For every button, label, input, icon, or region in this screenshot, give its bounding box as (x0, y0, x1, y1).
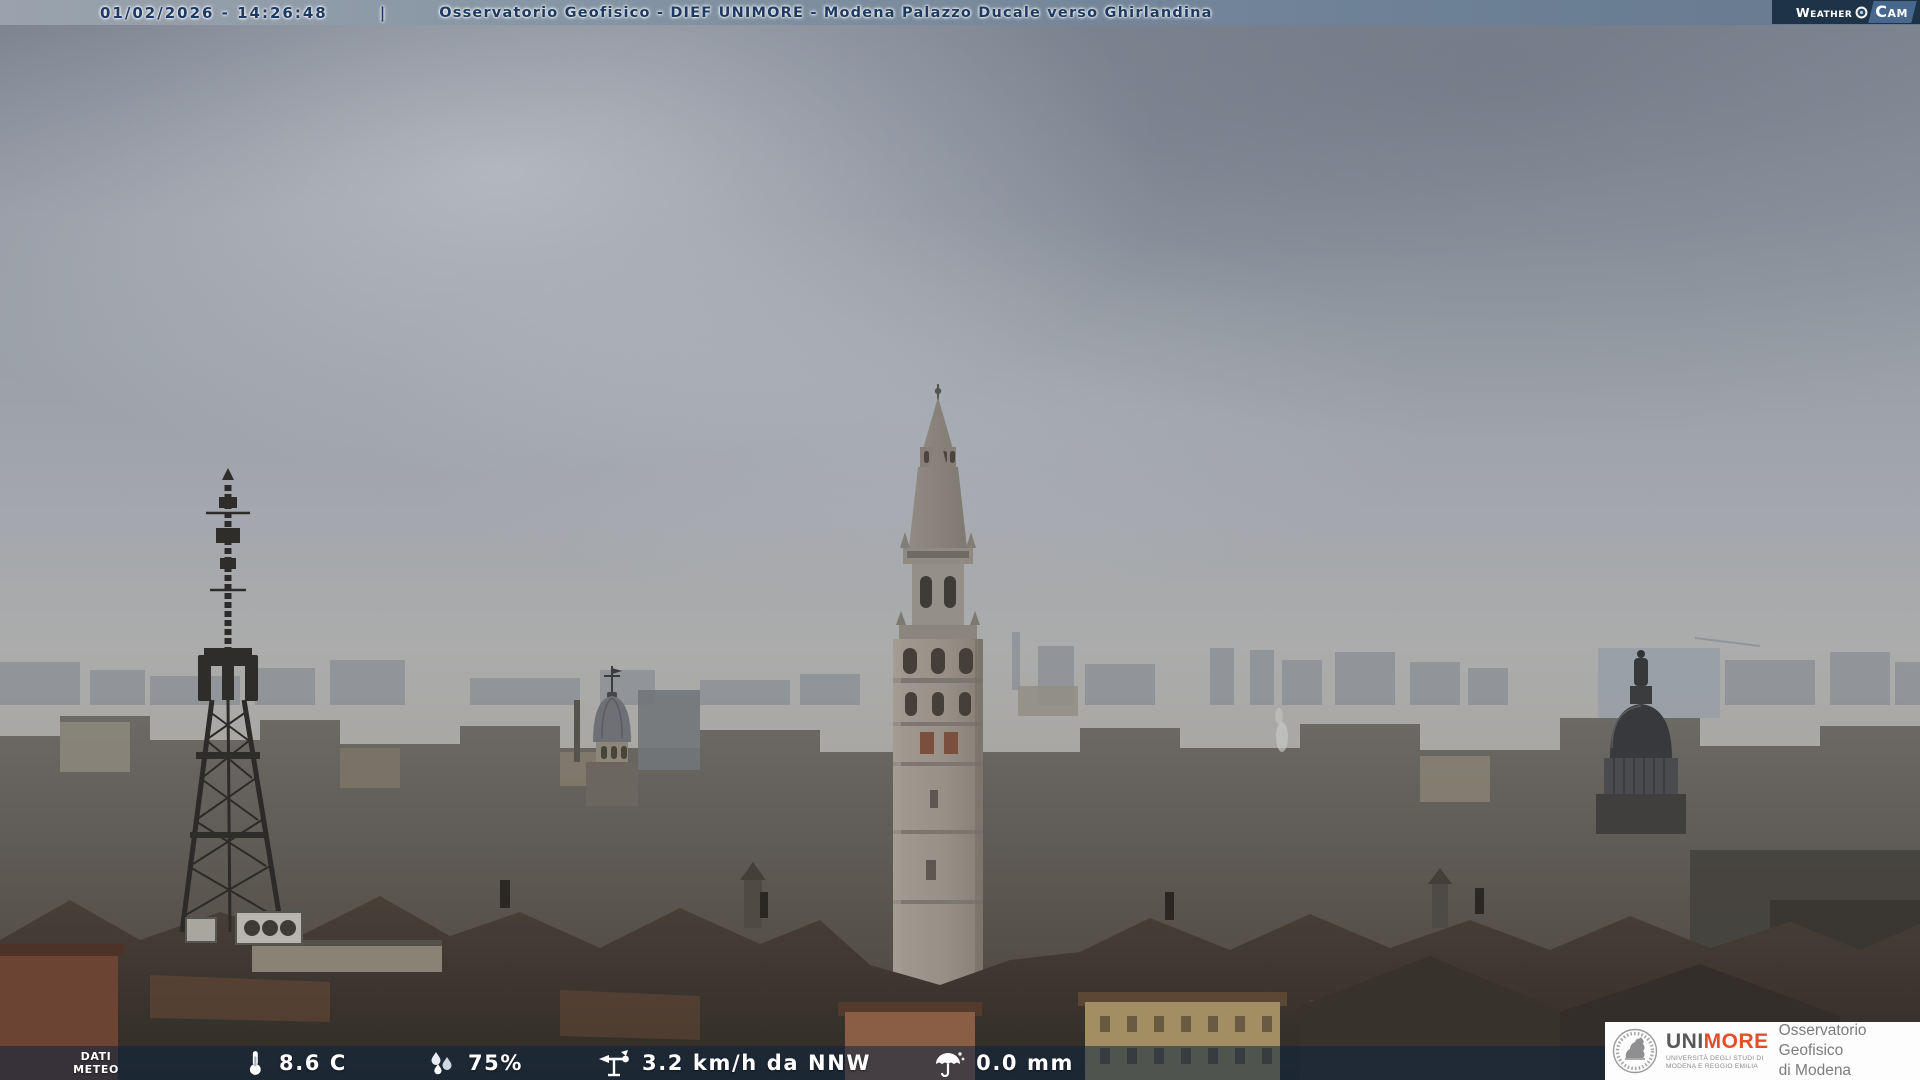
wind-value: 3.2 km/h da NNW (642, 1051, 872, 1075)
weathercam-weather-label: Weather (1795, 4, 1853, 20)
camera-lens-icon (1855, 6, 1868, 18)
precipitation-metric: 0.0 mm (933, 1049, 1074, 1077)
meteo-label-line1: DATI (80, 1049, 112, 1063)
weathercam-watermark: Weather Cam (1772, 0, 1920, 24)
webcam-scene (0, 384, 1920, 1080)
unimore-seal-icon (1612, 1028, 1658, 1074)
humidity-icon (431, 1052, 452, 1075)
timestamp: 01/02/2026 - 14:26:48 (100, 3, 328, 22)
separator: | (379, 3, 388, 22)
osd-top-bar: 01/02/2026 - 14:26:48 | Osservatorio Geo… (0, 0, 1920, 25)
unimore-wordmark: UNIMORE UNIVERSITÀ DEGLI STUDI DI MODENA… (1666, 1031, 1769, 1071)
temperature-value: 8.6 C (279, 1051, 347, 1075)
observatory-name: Osservatorio Geofisico di Modena (1778, 1021, 1867, 1080)
wind-vane-icon (599, 1050, 629, 1077)
unimore-brand-box: UNIMORE UNIVERSITÀ DEGLI STUDI DI MODENA… (1605, 1022, 1920, 1080)
humidity-metric: 75% (427, 1049, 523, 1077)
university-name: UNIVERSITÀ DEGLI STUDI DI MODENA E REGGI… (1666, 1054, 1764, 1070)
unimore-uni-text: UNI (1666, 1029, 1704, 1053)
humidity-value: 75% (467, 1051, 524, 1075)
temperature-metric: 8.6 C (242, 1049, 347, 1077)
thermometer-icon (249, 1051, 261, 1075)
unimore-more-text: MORE (1703, 1029, 1769, 1053)
precipitation-value: 0.0 mm (976, 1051, 1075, 1075)
rain-umbrella-icon (936, 1052, 965, 1077)
meteo-bar-label: DATI METEO (66, 1050, 126, 1076)
webcam-frame: 01/02/2026 - 14:26:48 | Osservatorio Geo… (0, 0, 1920, 1080)
weathercam-cam-label: Cam (1871, 1, 1914, 23)
wind-metric: 3.2 km/h da NNW (597, 1049, 871, 1077)
meteo-label-line2: METEO (73, 1063, 119, 1076)
webcam-title: Osservatorio Geofisico - DIEF UNIMORE - … (439, 4, 1213, 21)
